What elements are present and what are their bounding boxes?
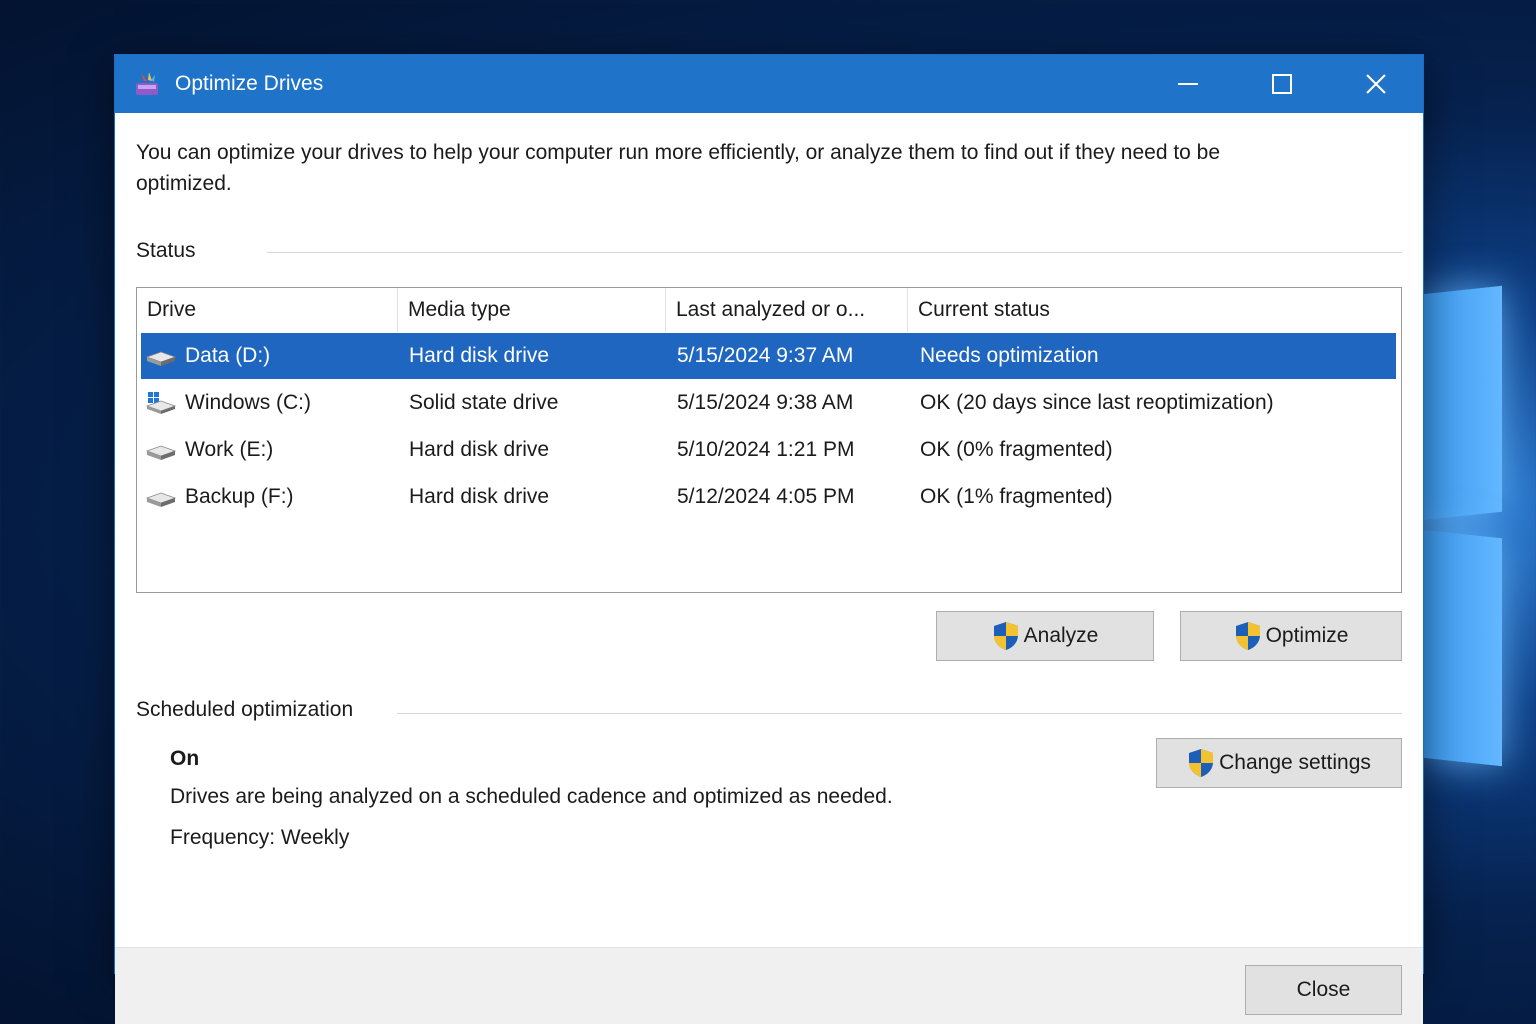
optimize-drives-window: Optimize Drives You can optimize your dr… (114, 54, 1424, 1024)
hard-disk-icon (145, 445, 177, 460)
optimize-drives-app-icon (136, 72, 158, 95)
schedule-description: Drives are being analyzed on a scheduled… (170, 785, 893, 808)
close-icon (1366, 74, 1386, 94)
schedule-frequency: Frequency: Weekly (170, 826, 350, 849)
uac-shield-icon (1235, 622, 1260, 650)
table-row[interactable]: Work (E:) Hard disk drive 5/10/2024 1:21… (141, 427, 1396, 473)
maximize-icon (1272, 74, 1292, 94)
window-title: Optimize Drives (175, 72, 324, 95)
media-type-cell: Solid state drive (409, 391, 559, 414)
column-header-media-type[interactable]: Media type (398, 288, 666, 332)
uac-shield-icon (1189, 749, 1214, 777)
analyze-button[interactable]: Analyze (936, 611, 1154, 661)
close-button[interactable]: Close (1245, 965, 1402, 1015)
change-settings-label: Change settings (1219, 751, 1371, 774)
minimize-icon (1178, 83, 1198, 85)
hard-disk-icon (145, 351, 177, 366)
table-row[interactable]: Data (D:) Hard disk drive 5/15/2024 9:37… (141, 333, 1396, 379)
status-section-label: Status (136, 239, 196, 262)
last-analyzed-cell: 5/15/2024 9:37 AM (677, 344, 854, 367)
last-analyzed-cell: 5/15/2024 9:38 AM (677, 391, 854, 414)
optimize-button[interactable]: Optimize (1180, 611, 1402, 661)
scheduled-section-label: Scheduled optimization (136, 698, 354, 721)
intro-text: You can optimize your drives to help you… (136, 141, 1221, 195)
drive-name: Data (D:) (185, 344, 271, 367)
desktop-logo-pane-top (1422, 285, 1502, 521)
dialog-footer (115, 947, 1423, 1024)
change-settings-button[interactable]: Change settings (1156, 738, 1402, 788)
media-type-cell: Hard disk drive (409, 438, 550, 461)
schedule-state: On (170, 747, 200, 770)
desktop-logo-pane-bottom (1422, 529, 1502, 767)
current-status-cell: OK (20 days since last reoptimization) (920, 391, 1274, 414)
media-type-cell: Hard disk drive (409, 344, 550, 367)
uac-shield-icon (993, 622, 1018, 650)
close-window-button[interactable] (1329, 55, 1423, 113)
drives-list-header: Drive Media type Last analyzed or o... C… (137, 288, 1401, 332)
dialog-content: You can optimize your drives to help you… (115, 113, 1423, 1024)
current-status-cell: OK (1% fragmented) (920, 485, 1113, 508)
current-status-cell: OK (0% fragmented) (920, 438, 1113, 461)
maximize-button[interactable] (1235, 55, 1329, 113)
scheduled-divider (397, 713, 1402, 714)
windows-drive-icon (145, 392, 177, 414)
last-analyzed-cell: 5/12/2024 4:05 PM (677, 485, 855, 508)
analyze-label: Analyze (1023, 624, 1099, 647)
column-header-current-status[interactable]: Current status (908, 288, 1398, 332)
column-header-last-analyzed[interactable]: Last analyzed or o... (666, 288, 908, 332)
drive-name: Work (E:) (185, 438, 274, 461)
last-analyzed-cell: 5/10/2024 1:21 PM (677, 438, 855, 461)
table-row[interactable]: Backup (F:) Hard disk drive 5/12/2024 4:… (141, 474, 1396, 520)
status-divider (267, 252, 1402, 253)
media-type-cell: Hard disk drive (409, 485, 550, 508)
drive-name: Windows (C:) (185, 391, 312, 414)
column-header-drive[interactable]: Drive (137, 288, 398, 332)
title-bar[interactable]: Optimize Drives (115, 55, 1423, 113)
current-status-cell: Needs optimization (920, 344, 1099, 367)
drives-list[interactable]: Drive Media type Last analyzed or o... C… (136, 287, 1402, 593)
hard-disk-icon (145, 492, 177, 507)
drive-name: Backup (F:) (185, 485, 294, 508)
table-row[interactable]: Windows (C:) Solid state drive 5/15/2024… (141, 380, 1396, 426)
minimize-button[interactable] (1141, 55, 1235, 113)
optimize-label: Optimize (1265, 624, 1349, 647)
